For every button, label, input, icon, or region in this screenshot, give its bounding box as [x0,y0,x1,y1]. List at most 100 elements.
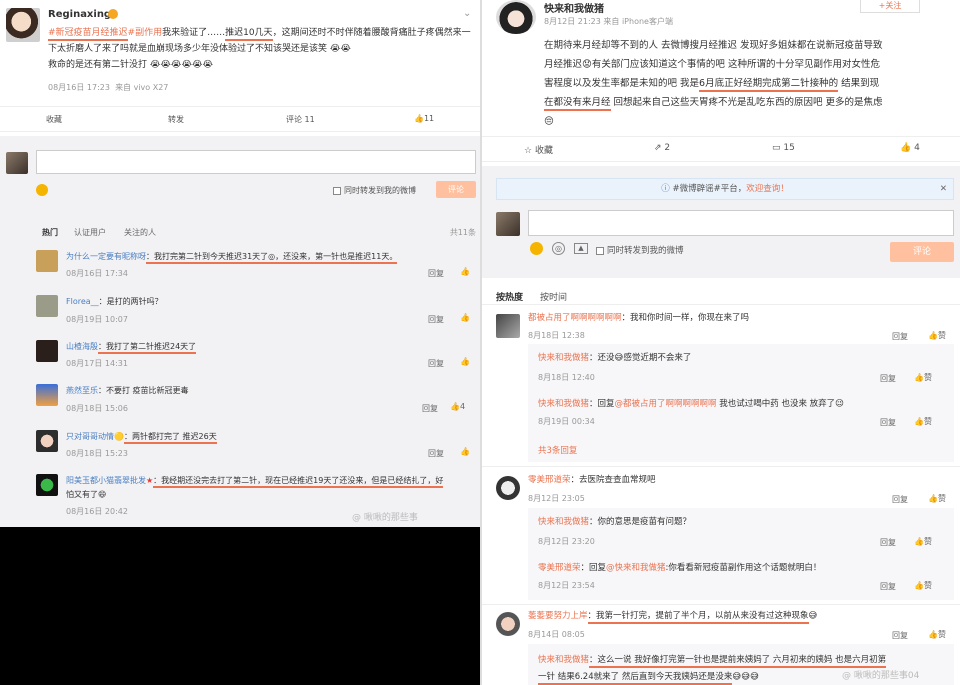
thumb-up-icon[interactable]: 👍 [460,313,470,322]
chevron-down-icon[interactable]: ⌄ [463,8,471,19]
list-item: 萎萎要努力上岸：我第一针打完，提前了半个月，以前从来没有过这种现象😅 [528,610,818,624]
avatar[interactable] [36,474,58,496]
follow-button[interactable]: +关注 [860,0,920,13]
list-item: 零美邢道荣：回复@快来和我做猪:你看看新冠疫苗副作用这个话题就明白！ [538,563,822,573]
filter-verified[interactable]: 认证用户 [74,227,106,238]
reply-button[interactable]: 回复 [422,403,438,414]
comment-input[interactable] [36,150,476,174]
emoji-icon[interactable] [530,242,543,255]
comment-button[interactable]: ▭ 15 [772,143,795,153]
emoji-icon: 😟 [582,59,592,70]
more-replies-link[interactable]: 共3条回复 [538,444,577,456]
also-share-checkbox[interactable]: 同时转发到我的微博 [596,244,684,256]
at-icon[interactable]: ◎ [552,242,565,255]
reply-button[interactable]: 回复 [892,331,908,342]
fav-button[interactable]: 收藏 [46,114,62,125]
comment-time: 08月18日 15:23 [66,449,128,458]
reply-button[interactable]: 回复 [428,358,444,369]
black-area [0,527,480,685]
also-share-checkbox[interactable]: 同时转发到我的微博 [333,185,416,196]
fav-button[interactable]: ☆ 收藏 [524,143,553,156]
avatar[interactable] [36,250,58,272]
reply-button[interactable]: 回复 [428,448,444,459]
comment-time: 8月12日 23:05 [528,494,585,503]
post-body: #新冠疫苗月经推迟#副作用我来验证了……推迟10几天，这期间还时不时伴随着腰酸背… [48,28,471,70]
thumb-up-icon: 👍 [928,331,938,340]
post-username[interactable]: Reginaxing [48,9,111,20]
avatar[interactable] [6,8,40,42]
avatar[interactable] [36,430,58,452]
like-button[interactable]: 👍赞 [928,493,946,504]
avatar[interactable] [496,476,520,500]
list-item: 快来和我做猪：还没😅感觉近期不会来了 [538,353,692,363]
like-button[interactable]: 👍赞 [914,372,932,383]
avatar[interactable] [496,612,520,636]
vip-icon: 🟡 [114,432,124,441]
like-button[interactable]: 👍 4 [900,143,920,153]
star-icon: ☆ [524,146,533,156]
thumb-up-icon[interactable]: 👍 [460,447,470,456]
like-button[interactable]: 👍11 [414,114,434,123]
like-button[interactable]: 👍赞 [914,536,932,547]
avatar [6,152,28,174]
reply-button[interactable]: 回复 [892,630,908,641]
thumb-up-icon[interactable]: 👍 [460,357,470,366]
avatar[interactable] [36,340,58,362]
avatar[interactable] [496,0,536,34]
emoji-icon[interactable] [36,184,48,196]
avatar[interactable] [36,384,58,406]
comment-time: 8月12日 23:54 [538,581,595,590]
filter-following[interactable]: 关注的人 [124,227,156,238]
list-item: 为什么一定要有昵称呀：我打完第二针到今天推迟31天了◎，还没来，第一针也是推迟1… [66,250,398,264]
left-screenshot: Reginaxing ⌄ #新冠疫苗月经推迟#副作用我来验证了……推迟10几天，… [0,0,480,527]
comment-time: 08月16日 17:34 [66,269,128,278]
comment-time: 8月18日 12:38 [528,331,585,340]
like-button[interactable]: 👍赞 [914,580,932,591]
like-button[interactable]: 👍赞 [928,629,946,640]
hashtag-link[interactable]: #新冠疫苗月经推迟 [48,28,128,41]
like-count[interactable]: 👍4 [450,402,465,411]
submit-comment-button[interactable]: 评论 [436,181,476,198]
reply-button[interactable]: 回复 [880,537,896,548]
hashtag-link[interactable]: #副作用 [128,28,163,38]
list-item: 阳美玉都小猫翡翠批发★：我经期还没完去打了第二针，现在已经推迟19天了还没来，但… [66,476,444,499]
divider [482,604,960,605]
post-username[interactable]: 快来和我做猪 [544,0,604,15]
comment-input[interactable] [528,210,954,236]
reply-button[interactable]: 回复 [880,417,896,428]
reply-button[interactable]: 回复 [892,494,908,505]
avatar[interactable] [496,314,520,338]
filter-sort-hot[interactable]: 按热度 [496,290,523,303]
comment-icon: ▭ [772,143,781,153]
emoji-icon: 😉 [835,399,845,409]
thumb-up-icon[interactable]: 👍 [460,267,470,276]
like-button[interactable]: 👍赞 [928,330,946,341]
filter-hot[interactable]: 热门 [42,227,58,238]
reply-button[interactable]: 回复 [428,314,444,325]
comment-count: 共11条 [449,228,476,237]
like-button[interactable]: 👍赞 [914,416,932,427]
comment-time: 08月17日 14:31 [66,359,128,368]
avatar[interactable] [36,295,58,317]
close-icon[interactable]: ✕ [940,179,947,199]
image-icon[interactable]: ▲ [574,243,588,254]
emoji-icon: 😅 [808,611,818,621]
reply-button[interactable]: 回复 [428,268,444,279]
share-button[interactable]: ⇗ 2 [654,143,670,153]
list-item: 都被占用了啊啊啊啊啊啊：我和你时间一样，你现在来了吗 [528,313,750,323]
action-bar [0,106,480,132]
comment-time: 8月14日 08:05 [528,630,585,639]
watermark: @ 啾啾的那些事 [352,513,418,523]
filter-sort-time[interactable]: 按时间 [540,290,567,303]
avatar [496,212,520,236]
submit-comment-button[interactable]: 评论 [890,242,954,262]
reply-button[interactable]: 回复 [880,373,896,384]
thumb-up-icon: 👍 [914,581,924,590]
share-button[interactable]: 转发 [168,114,184,125]
reply-button[interactable]: 回复 [880,581,896,592]
thumb-up-icon: 👍 [928,630,938,639]
comment-time: 8月12日 23:20 [538,537,595,546]
comment-time: 08月19日 10:07 [66,315,128,324]
comment-button[interactable]: 评论 11 [286,114,315,125]
info-icon: ⓘ [661,184,670,194]
